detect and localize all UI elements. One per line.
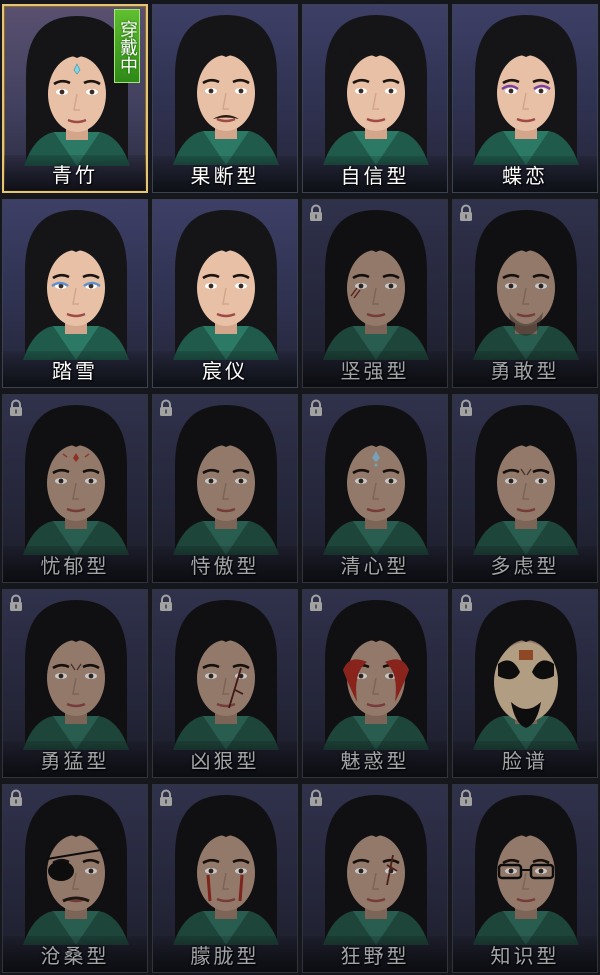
lock-icon <box>307 594 325 612</box>
lock-icon <box>7 789 25 807</box>
face-style-name: 勇猛型 <box>40 748 110 773</box>
character-portrait <box>3 200 147 360</box>
lock-icon <box>457 789 475 807</box>
lock-icon <box>457 594 475 612</box>
character-portrait <box>303 590 447 750</box>
face-style-card[interactable]: 勇猛型 <box>2 589 148 778</box>
card-label-bar: 狂野型 <box>303 936 447 972</box>
character-portrait <box>153 785 297 945</box>
card-label-bar: 坚强型 <box>303 351 447 387</box>
character-portrait <box>153 395 297 555</box>
card-label-bar: 青竹 <box>4 155 146 191</box>
character-portrait <box>303 5 447 165</box>
face-style-name: 恃傲型 <box>190 553 260 578</box>
face-style-name: 朦胧型 <box>190 943 260 968</box>
lock-icon <box>7 594 25 612</box>
face-style-card[interactable]: 凶狠型 <box>152 589 298 778</box>
card-label-bar: 清心型 <box>303 546 447 582</box>
card-label-bar: 果断型 <box>153 156 297 192</box>
face-style-name: 魅惑型 <box>340 748 410 773</box>
card-label-bar: 勇敢型 <box>453 351 597 387</box>
character-portrait <box>453 785 597 945</box>
card-label-bar: 恃傲型 <box>153 546 297 582</box>
character-portrait <box>453 5 597 165</box>
character-portrait <box>3 590 147 750</box>
lock-icon <box>157 594 175 612</box>
face-style-card[interactable]: 狂野型 <box>302 784 448 973</box>
face-style-card[interactable]: 宸仪 <box>152 199 298 388</box>
character-portrait <box>303 395 447 555</box>
face-style-name: 凶狠型 <box>190 748 260 773</box>
lock-icon <box>307 789 325 807</box>
character-portrait <box>453 395 597 555</box>
face-style-card[interactable]: 沧桑型 <box>2 784 148 973</box>
character-portrait <box>153 200 297 360</box>
face-style-name: 多虑型 <box>490 553 560 578</box>
face-style-name: 蝶恋 <box>502 163 548 188</box>
face-style-card[interactable]: 自信型 <box>302 4 448 193</box>
face-style-name: 沧桑型 <box>40 943 110 968</box>
card-label-bar: 多虑型 <box>453 546 597 582</box>
face-style-card[interactable]: 恃傲型 <box>152 394 298 583</box>
face-style-name: 青竹 <box>52 162 98 187</box>
face-style-name: 自信型 <box>340 163 410 188</box>
character-portrait <box>303 785 447 945</box>
lock-icon <box>157 789 175 807</box>
lock-icon <box>457 399 475 417</box>
lock-icon <box>307 204 325 222</box>
face-style-name: 知识型 <box>490 943 560 968</box>
card-label-bar: 勇猛型 <box>3 741 147 777</box>
face-style-name: 坚强型 <box>340 358 410 383</box>
card-label-bar: 凶狠型 <box>153 741 297 777</box>
face-style-name: 忧郁型 <box>40 553 110 578</box>
character-portrait <box>453 590 597 750</box>
card-label-bar: 踏雪 <box>3 351 147 387</box>
face-style-card[interactable]: 朦胧型 <box>152 784 298 973</box>
face-style-card[interactable]: 知识型 <box>452 784 598 973</box>
equipped-badge: 穿戴中 <box>114 9 140 83</box>
face-style-card[interactable]: 多虑型 <box>452 394 598 583</box>
face-style-card[interactable]: 果断型 <box>152 4 298 193</box>
face-style-grid: 穿戴中 青竹 果断型 自信型 蝶恋 踏雪 宸仪 坚强型 勇敢型 忧郁型 恃傲型 … <box>0 0 600 975</box>
face-style-card[interactable]: 蝶恋 <box>452 4 598 193</box>
face-style-card[interactable]: 脸谱 <box>452 589 598 778</box>
face-style-card[interactable]: 魅惑型 <box>302 589 448 778</box>
face-style-name: 宸仪 <box>202 358 248 383</box>
face-style-card[interactable]: 勇敢型 <box>452 199 598 388</box>
face-style-name: 踏雪 <box>52 358 98 383</box>
lock-icon <box>157 399 175 417</box>
face-style-name: 果断型 <box>190 163 260 188</box>
face-style-name: 勇敢型 <box>490 358 560 383</box>
card-label-bar: 朦胧型 <box>153 936 297 972</box>
card-label-bar: 宸仪 <box>153 351 297 387</box>
face-style-card[interactable]: 穿戴中青竹 <box>2 4 148 193</box>
face-style-name: 狂野型 <box>340 943 410 968</box>
face-style-card[interactable]: 踏雪 <box>2 199 148 388</box>
card-label-bar: 脸谱 <box>453 741 597 777</box>
card-label-bar: 忧郁型 <box>3 546 147 582</box>
character-portrait <box>303 200 447 360</box>
character-portrait <box>453 200 597 360</box>
face-style-card[interactable]: 忧郁型 <box>2 394 148 583</box>
card-label-bar: 沧桑型 <box>3 936 147 972</box>
card-label-bar: 蝶恋 <box>453 156 597 192</box>
face-style-name: 清心型 <box>340 553 410 578</box>
card-label-bar: 知识型 <box>453 936 597 972</box>
character-portrait <box>3 785 147 945</box>
lock-icon <box>307 399 325 417</box>
character-portrait <box>153 590 297 750</box>
face-style-name: 脸谱 <box>502 748 548 773</box>
face-style-card[interactable]: 坚强型 <box>302 199 448 388</box>
character-portrait <box>3 395 147 555</box>
lock-icon <box>7 399 25 417</box>
character-portrait <box>153 5 297 165</box>
card-label-bar: 自信型 <box>303 156 447 192</box>
lock-icon <box>457 204 475 222</box>
face-style-card[interactable]: 清心型 <box>302 394 448 583</box>
card-label-bar: 魅惑型 <box>303 741 447 777</box>
